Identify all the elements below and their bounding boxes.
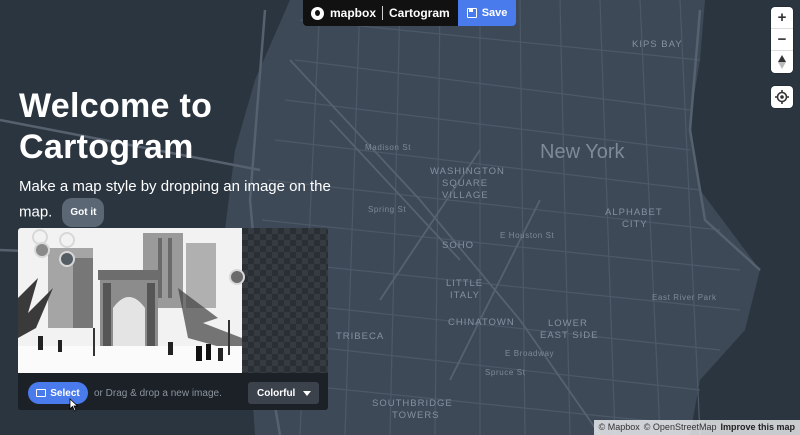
- svg-text:KIPS BAY: KIPS BAY: [632, 39, 683, 50]
- welcome-intro: Make a map style by dropping an image on…: [19, 175, 339, 227]
- svg-text:Madison St: Madison St: [365, 143, 411, 152]
- color-swatch[interactable]: [34, 242, 50, 258]
- save-label: Save: [481, 7, 508, 19]
- svg-text:Spruce St: Spruce St: [485, 368, 526, 377]
- svg-text:LOWER: LOWER: [548, 318, 588, 329]
- zoom-controls: + −: [771, 7, 793, 73]
- color-swatch[interactable]: [59, 251, 75, 267]
- svg-text:WASHINGTON: WASHINGTON: [430, 166, 505, 177]
- svg-text:TRIBECA: TRIBECA: [336, 331, 384, 342]
- svg-text:LITTLE: LITTLE: [446, 278, 483, 289]
- mapbox-logo-icon: [311, 6, 324, 20]
- zoom-out-button[interactable]: −: [771, 29, 793, 51]
- image-panel: Select or Drag & drop a new image. Color…: [18, 228, 328, 410]
- svg-text:East River Park: East River Park: [652, 293, 717, 302]
- welcome-title-line2: Cartogram: [19, 128, 194, 166]
- brand-name: mapbox: [330, 6, 377, 20]
- chevron-down-icon: [303, 390, 311, 396]
- zoom-in-button[interactable]: +: [771, 7, 793, 29]
- panel-footer: Select or Drag & drop a new image. Color…: [18, 373, 328, 410]
- svg-text:EAST SIDE: EAST SIDE: [540, 330, 598, 341]
- select-label: Select: [50, 387, 80, 399]
- color-swatch[interactable]: [229, 269, 245, 285]
- welcome-section: Welcome to Cartogram Make a map style by…: [19, 86, 339, 227]
- brand: mapbox Cartogram: [303, 0, 458, 26]
- welcome-title: Welcome to Cartogram: [19, 86, 339, 168]
- svg-text:VILLAGE: VILLAGE: [442, 190, 489, 201]
- image-icon: [36, 389, 47, 397]
- select-image-button[interactable]: Select: [28, 382, 88, 404]
- save-button[interactable]: Save: [457, 0, 517, 26]
- save-icon: [466, 8, 477, 18]
- color-swatch[interactable]: [59, 232, 75, 248]
- svg-text:SQUARE: SQUARE: [442, 178, 488, 189]
- geolocate-button[interactable]: [771, 86, 793, 108]
- compass-button[interactable]: [771, 51, 793, 73]
- arch-photo: [18, 228, 242, 373]
- geolocate-control: [771, 86, 793, 108]
- svg-text:Spring St: Spring St: [368, 205, 406, 214]
- style-value: Colorful: [257, 387, 296, 399]
- welcome-title-line1: Welcome to: [19, 87, 213, 125]
- svg-text:ITALY: ITALY: [450, 290, 480, 301]
- improve-map-link[interactable]: Improve this map: [720, 422, 795, 433]
- svg-text:E Houston St: E Houston St: [500, 231, 555, 240]
- svg-text:E Broadway: E Broadway: [505, 349, 554, 358]
- transparency-area: [242, 228, 328, 373]
- svg-text:New York: New York: [540, 141, 625, 163]
- got-it-button[interactable]: Got it: [62, 198, 105, 227]
- style-dropdown[interactable]: Colorful: [248, 382, 319, 404]
- svg-text:CITY: CITY: [622, 219, 648, 230]
- map-attribution: © Mapbox © OpenStreetMap Improve this ma…: [593, 420, 800, 435]
- drop-hint: or Drag & drop a new image.: [94, 388, 222, 399]
- compass-icon: [778, 55, 786, 69]
- image-drop-zone[interactable]: [18, 228, 328, 373]
- osm-attribution-link[interactable]: © OpenStreetMap: [644, 422, 717, 433]
- mapbox-attribution-link[interactable]: © Mapbox: [599, 422, 640, 433]
- mouse-cursor-icon: [69, 398, 79, 412]
- top-bar: mapbox Cartogram Save: [303, 0, 517, 26]
- svg-text:SOUTHBRIDGE: SOUTHBRIDGE: [372, 398, 453, 409]
- svg-text:ALPHABET: ALPHABET: [605, 207, 663, 218]
- brand-divider: [382, 6, 384, 20]
- crosshair-icon: [775, 90, 789, 104]
- app-name: Cartogram: [389, 6, 450, 20]
- svg-text:CHINATOWN: CHINATOWN: [448, 317, 515, 328]
- svg-text:TOWERS: TOWERS: [392, 410, 440, 421]
- svg-text:SOHO: SOHO: [442, 240, 474, 251]
